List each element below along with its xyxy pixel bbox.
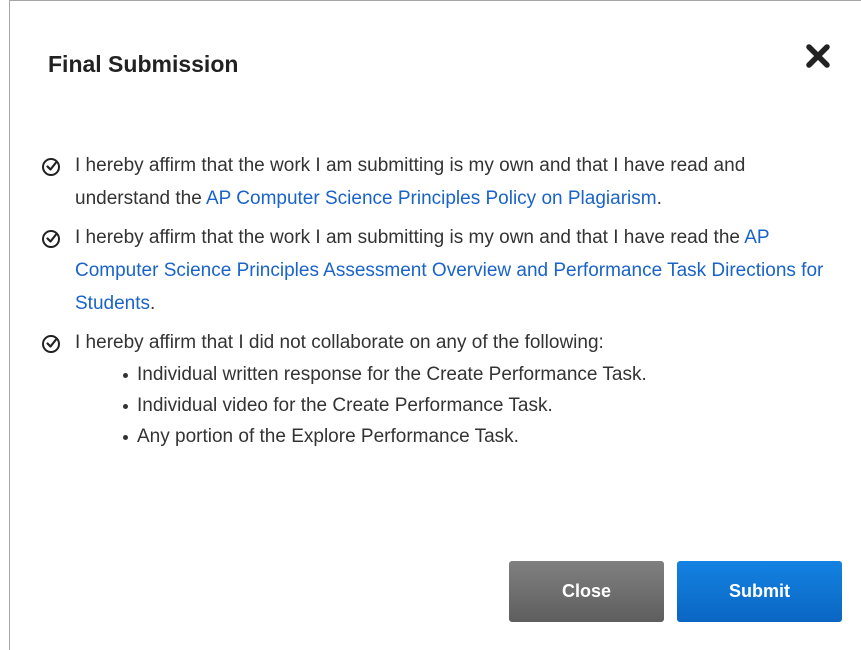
collaboration-bullet-list: Individual written response for the Crea… [75, 359, 832, 452]
submit-button[interactable]: Submit [677, 561, 842, 622]
affirmation-directions: I hereby affirm that the work I am submi… [10, 221, 861, 320]
checkbox-directions[interactable] [42, 230, 60, 248]
final-submission-dialog: Final Submission I hereby affirm that th… [9, 0, 861, 650]
list-item: Individual written response for the Crea… [123, 359, 832, 390]
checkbox-plagiarism[interactable] [42, 158, 60, 176]
checkmark-icon [46, 233, 58, 243]
affirmation-text-end: . [656, 188, 662, 209]
checkmark-icon [46, 161, 58, 171]
list-item: Individual video for the Create Performa… [123, 390, 832, 421]
affirmation-list: I hereby affirm that the work I am submi… [10, 149, 861, 458]
affirmation-plagiarism: I hereby affirm that the work I am submi… [10, 149, 861, 215]
close-x-icon[interactable] [805, 43, 831, 69]
affirmation-collaboration: I hereby affirm that I did not collabora… [10, 326, 861, 452]
dialog-title: Final Submission [48, 51, 239, 77]
close-button[interactable]: Close [509, 561, 664, 622]
checkbox-collaboration[interactable] [42, 335, 60, 353]
checkmark-icon [46, 338, 58, 348]
plagiarism-policy-link[interactable]: AP Computer Science Principles Policy on… [206, 188, 657, 209]
affirmation-text-end: . [150, 293, 156, 314]
affirmation-text: I hereby affirm that I did not collabora… [75, 332, 604, 353]
list-item: Any portion of the Explore Performance T… [123, 421, 832, 452]
affirmation-text: I hereby affirm that the work I am submi… [75, 227, 745, 248]
